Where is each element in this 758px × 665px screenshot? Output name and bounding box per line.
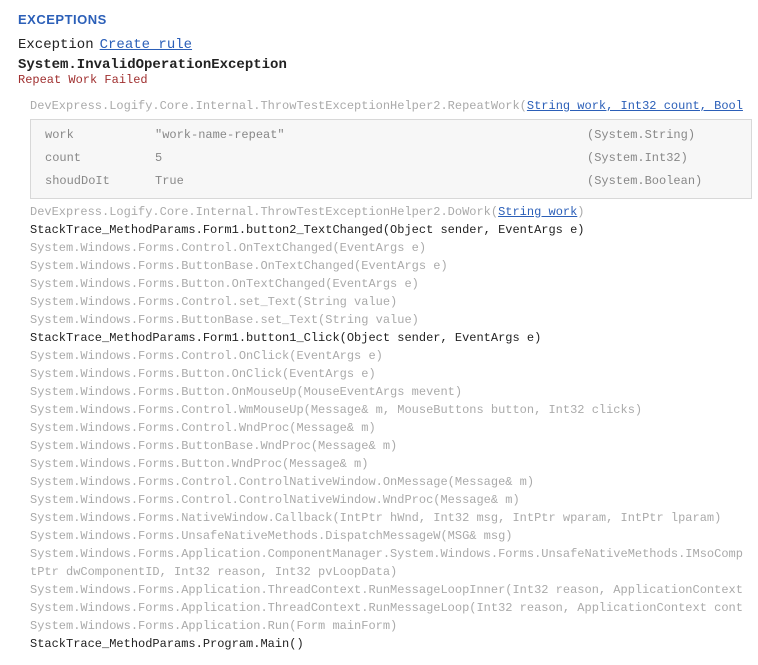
- param-type: (System.Int32): [587, 149, 747, 168]
- stack-frame: DevExpress.Logify.Core.Internal.ThrowTes…: [30, 203, 740, 221]
- stack-frame: System.Windows.Forms.Button.OnTextChange…: [30, 275, 740, 293]
- stack-frame-link[interactable]: String work, Int32 count, Bool: [527, 99, 743, 113]
- stack-frame: System.Windows.Forms.Application.Compone…: [30, 545, 740, 563]
- stack-frame: System.Windows.Forms.ButtonBase.WndProc(…: [30, 437, 740, 455]
- stack-frame: StackTrace_MethodParams.Program.Main(): [30, 635, 740, 653]
- section-title: EXCEPTIONS: [18, 12, 740, 27]
- stack-frame: tPtr dwComponentID, Int32 reason, Int32 …: [30, 563, 740, 581]
- stack-frame: System.Windows.Forms.Control.ControlNati…: [30, 491, 740, 509]
- stack-frame: System.Windows.Forms.Control.WndProc(Mes…: [30, 419, 740, 437]
- param-value: True: [155, 172, 587, 191]
- stack-frame-prefix: DevExpress.Logify.Core.Internal.ThrowTes…: [30, 99, 527, 113]
- stack-frame: System.Windows.Forms.Application.Run(For…: [30, 617, 740, 635]
- stack-frame: StackTrace_MethodParams.Form1.button2_Te…: [30, 221, 740, 239]
- param-row: shoudDoItTrue(System.Boolean): [31, 170, 751, 193]
- stack-frame: System.Windows.Forms.ButtonBase.set_Text…: [30, 311, 740, 329]
- stack-frame: System.Windows.Forms.NativeWindow.Callba…: [30, 509, 740, 527]
- stack-frame: System.Windows.Forms.Button.OnClick(Even…: [30, 365, 740, 383]
- stack-frame-link[interactable]: String work: [498, 205, 577, 219]
- stack-frame: System.Windows.Forms.UnsafeNativeMethods…: [30, 527, 740, 545]
- stack-frame: System.Windows.Forms.Application.ThreadC…: [30, 599, 740, 617]
- params-table: work"work-name-repeat"(System.String)cou…: [30, 119, 752, 199]
- param-name: count: [35, 149, 155, 168]
- stack-frame: System.Windows.Forms.Control.OnClick(Eve…: [30, 347, 740, 365]
- param-name: shoudDoIt: [35, 172, 155, 191]
- stack-frame: System.Windows.Forms.Control.WmMouseUp(M…: [30, 401, 740, 419]
- param-row: count5(System.Int32): [31, 147, 751, 170]
- param-name: work: [35, 126, 155, 145]
- exception-label: Exception: [18, 37, 94, 53]
- stack-frame: System.Windows.Forms.Control.ControlNati…: [30, 473, 740, 491]
- param-type: (System.String): [587, 126, 747, 145]
- stack-frame: System.Windows.Forms.Control.set_Text(St…: [30, 293, 740, 311]
- exception-message: Repeat Work Failed: [18, 73, 740, 87]
- exception-type: System.InvalidOperationException: [18, 57, 740, 73]
- param-value: "work-name-repeat": [155, 126, 587, 145]
- stack-frame: DevExpress.Logify.Core.Internal.ThrowTes…: [30, 97, 740, 115]
- param-value: 5: [155, 149, 587, 168]
- stack-frame: System.Windows.Forms.Application.ThreadC…: [30, 581, 740, 599]
- create-rule-link[interactable]: Create rule: [100, 37, 192, 53]
- stack-frame: StackTrace_MethodParams.Form1.button1_Cl…: [30, 329, 740, 347]
- stack-frame: System.Windows.Forms.ButtonBase.OnTextCh…: [30, 257, 740, 275]
- stack-frame: System.Windows.Forms.Button.OnMouseUp(Mo…: [30, 383, 740, 401]
- param-type: (System.Boolean): [587, 172, 747, 191]
- param-row: work"work-name-repeat"(System.String): [31, 124, 751, 147]
- stack-frame-prefix: DevExpress.Logify.Core.Internal.ThrowTes…: [30, 205, 498, 219]
- stack-frame-suffix: ): [577, 205, 584, 219]
- stack-frame: System.Windows.Forms.Button.WndProc(Mess…: [30, 455, 740, 473]
- stack-frame: System.Windows.Forms.Control.OnTextChang…: [30, 239, 740, 257]
